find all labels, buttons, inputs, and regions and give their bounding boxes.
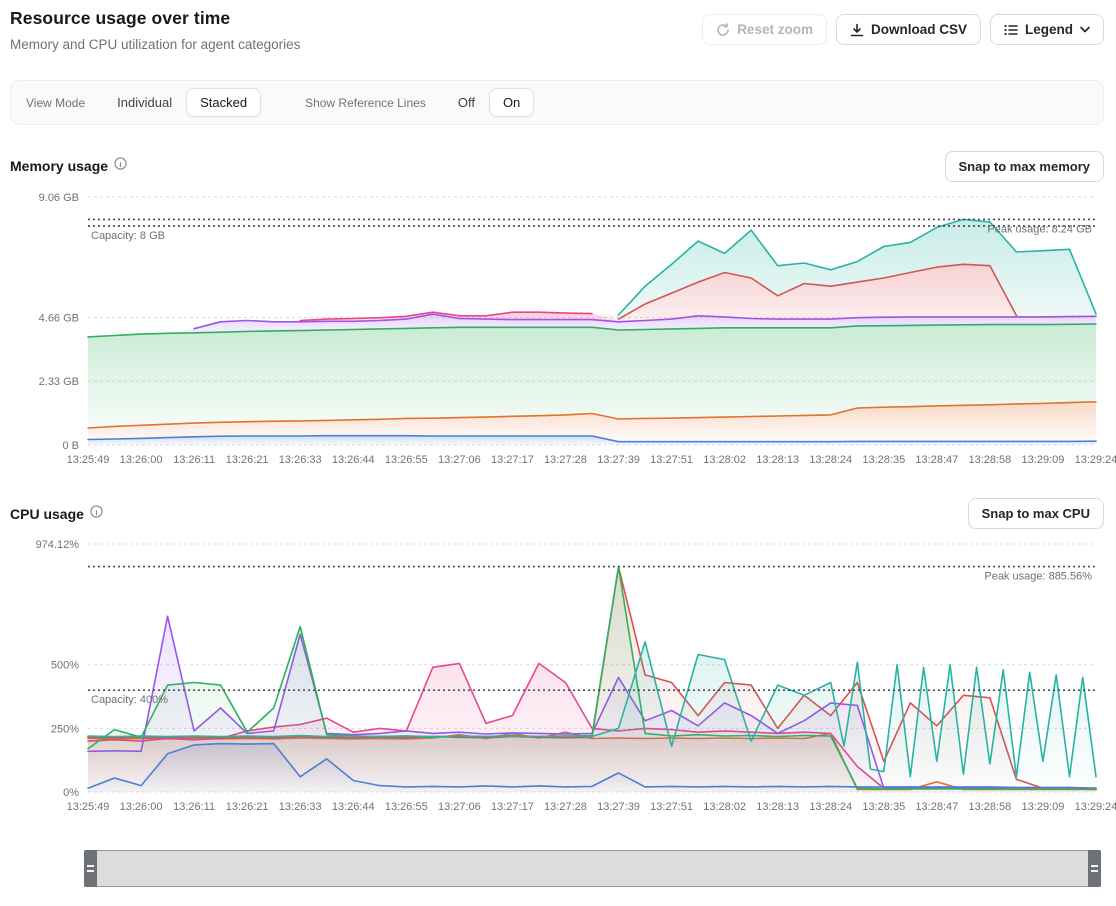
svg-text:4.66 GB: 4.66 GB (39, 312, 79, 324)
reference-lines-label: Show Reference Lines (305, 96, 426, 110)
top-toolbar: Reset zoom Download CSV Legend (702, 14, 1104, 45)
svg-text:Peak usage: 885.56%: Peak usage: 885.56% (984, 571, 1092, 583)
svg-text:13:26:11: 13:26:11 (173, 801, 215, 813)
svg-text:13:28:35: 13:28:35 (862, 801, 905, 813)
svg-text:13:27:28: 13:27:28 (544, 801, 587, 813)
cpu-section-title: CPU usage (10, 506, 84, 522)
svg-text:13:28:47: 13:28:47 (915, 801, 958, 813)
reset-zoom-button[interactable]: Reset zoom (702, 14, 827, 45)
svg-text:13:26:55: 13:26:55 (385, 801, 428, 813)
svg-text:13:25:49: 13:25:49 (67, 801, 110, 813)
svg-text:13:26:00: 13:26:00 (120, 454, 163, 466)
svg-text:13:27:39: 13:27:39 (597, 801, 640, 813)
svg-text:13:28:47: 13:28:47 (915, 454, 958, 466)
svg-text:13:26:33: 13:26:33 (279, 454, 322, 466)
time-range-brush[interactable] (84, 850, 1101, 887)
svg-text:13:28:58: 13:28:58 (968, 454, 1011, 466)
svg-text:13:26:55: 13:26:55 (385, 454, 428, 466)
info-icon[interactable] (90, 505, 103, 523)
svg-text:Peak usage: 8.24 GB: Peak usage: 8.24 GB (987, 223, 1092, 235)
refresh-icon (716, 23, 730, 37)
svg-text:13:26:11: 13:26:11 (173, 454, 215, 466)
svg-text:Capacity: 400%: Capacity: 400% (91, 694, 168, 706)
snap-to-max-memory-button[interactable]: Snap to max memory (945, 151, 1105, 182)
svg-text:13:28:13: 13:28:13 (756, 801, 799, 813)
brush-handle-left[interactable] (84, 850, 97, 887)
svg-text:13:26:00: 13:26:00 (120, 801, 163, 813)
svg-text:13:27:39: 13:27:39 (597, 454, 640, 466)
chevron-down-icon (1080, 26, 1090, 33)
reference-lines-on-option[interactable]: On (489, 88, 534, 117)
svg-text:13:25:49: 13:25:49 (67, 454, 110, 466)
svg-text:13:28:35: 13:28:35 (862, 454, 905, 466)
svg-text:13:28:24: 13:28:24 (809, 454, 852, 466)
svg-text:13:27:17: 13:27:17 (491, 454, 534, 466)
view-mode-stacked-option[interactable]: Stacked (186, 88, 261, 117)
view-mode-individual-option[interactable]: Individual (103, 88, 186, 117)
reference-lines-off-option[interactable]: Off (444, 88, 489, 117)
brush-handle-right[interactable] (1088, 850, 1101, 887)
svg-text:13:28:13: 13:28:13 (756, 454, 799, 466)
page-subtitle: Memory and CPU utilization for agent cat… (10, 37, 300, 52)
svg-text:13:28:58: 13:28:58 (968, 801, 1011, 813)
cpu-section-header: CPU usage (10, 505, 103, 523)
info-icon[interactable] (114, 157, 127, 175)
memory-section-title: Memory usage (10, 158, 108, 174)
svg-text:13:26:33: 13:26:33 (279, 801, 322, 813)
svg-text:500%: 500% (51, 660, 79, 672)
download-csv-label: Download CSV (871, 22, 967, 37)
svg-text:Capacity: 8 GB: Capacity: 8 GB (91, 230, 165, 242)
download-icon (850, 23, 864, 37)
svg-text:13:27:51: 13:27:51 (650, 801, 693, 813)
svg-text:13:29:09: 13:29:09 (1022, 801, 1065, 813)
svg-text:13:28:02: 13:28:02 (703, 801, 746, 813)
svg-text:13:29:24: 13:29:24 (1075, 454, 1116, 466)
svg-text:13:27:51: 13:27:51 (650, 454, 693, 466)
svg-text:9.06 GB: 9.06 GB (39, 192, 79, 204)
svg-text:250%: 250% (51, 723, 79, 735)
svg-text:13:26:21: 13:26:21 (226, 801, 269, 813)
svg-text:0 B: 0 B (62, 440, 79, 452)
reset-zoom-label: Reset zoom (737, 22, 813, 37)
svg-text:0%: 0% (63, 787, 79, 799)
svg-text:13:27:28: 13:27:28 (544, 454, 587, 466)
view-mode-label: View Mode (26, 96, 85, 110)
memory-usage-chart[interactable]: 9.06 GB 4.66 GB 2.33 GB 0 B 13:25:49 13:26:00… (0, 186, 1116, 478)
page-title: Resource usage over time (10, 8, 230, 29)
list-icon (1004, 23, 1018, 37)
svg-text:13:27:06: 13:27:06 (438, 801, 481, 813)
svg-text:13:27:17: 13:27:17 (491, 801, 534, 813)
view-controls-bar: View Mode Individual Stacked Show Refere… (10, 80, 1104, 125)
legend-button[interactable]: Legend (990, 14, 1104, 45)
svg-text:2.33 GB: 2.33 GB (39, 376, 79, 388)
download-csv-button[interactable]: Download CSV (836, 14, 981, 45)
svg-text:13:28:24: 13:28:24 (809, 801, 852, 813)
svg-text:13:29:09: 13:29:09 (1022, 454, 1065, 466)
snap-to-max-cpu-button[interactable]: Snap to max CPU (968, 498, 1104, 529)
cpu-usage-chart[interactable]: 974.12% 500% 250% 0% 13:25:49 13:26:00 13:26:1… (0, 533, 1116, 825)
svg-text:13:27:06: 13:27:06 (438, 454, 481, 466)
svg-text:974.12%: 974.12% (36, 539, 80, 551)
svg-text:13:28:02: 13:28:02 (703, 454, 746, 466)
svg-text:13:29:24: 13:29:24 (1075, 801, 1116, 813)
memory-section-header: Memory usage (10, 157, 127, 175)
svg-text:13:26:44: 13:26:44 (332, 801, 375, 813)
legend-label: Legend (1025, 22, 1073, 37)
svg-text:13:26:21: 13:26:21 (226, 454, 269, 466)
svg-text:13:26:44: 13:26:44 (332, 454, 375, 466)
